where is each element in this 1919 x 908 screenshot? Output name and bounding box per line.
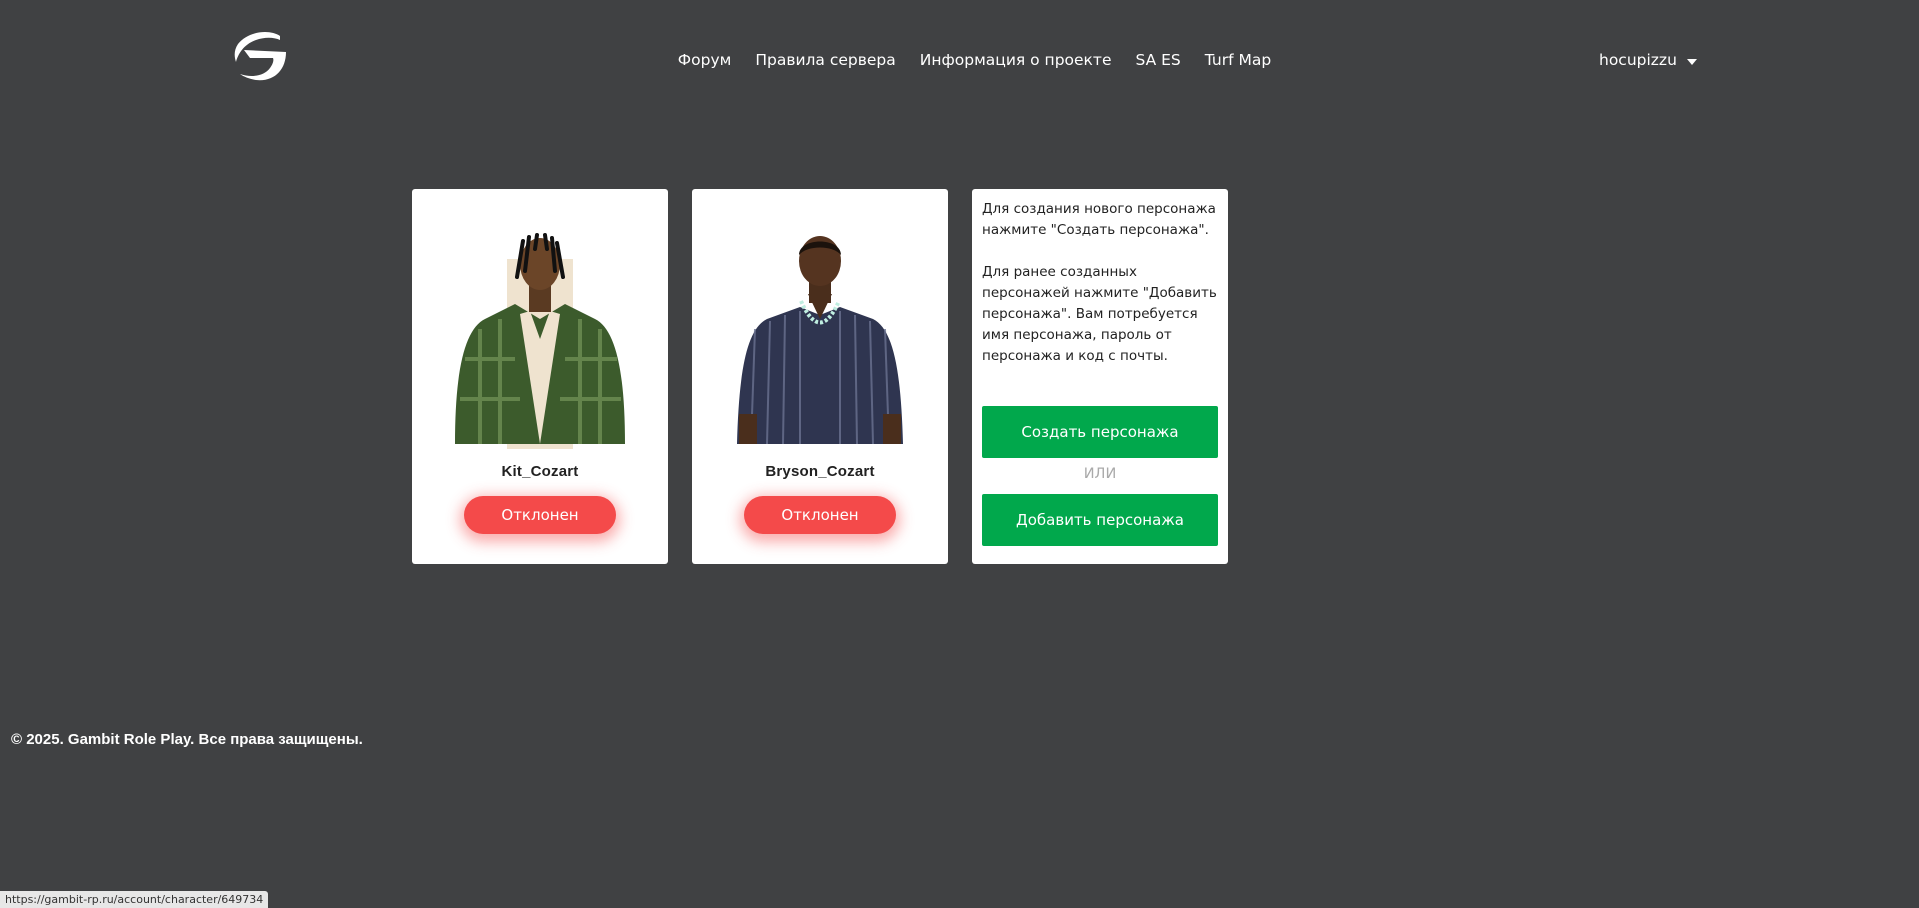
nav-links: Форум Правила сервера Информация о проек… (678, 50, 1271, 70)
page: Форум Правила сервера Информация о проек… (0, 0, 1919, 908)
info-text: Для создания нового персонажа нажмите "С… (982, 199, 1218, 367)
character-name: Bryson_Cozart (765, 463, 875, 480)
user-menu[interactable]: hocupizzu (1599, 50, 1697, 70)
character-avatar (455, 233, 625, 449)
create-character-button[interactable]: Создать персонажа (982, 406, 1218, 458)
character-avatar (737, 236, 903, 445)
nav-project-info[interactable]: Информация о проекте (920, 50, 1112, 70)
footer-copyright: © 2025. Gambit Role Play. Все права защи… (11, 731, 363, 748)
chevron-down-icon (1686, 59, 1697, 65)
character-card[interactable]: Bryson_Cozart Отклонен (692, 189, 948, 564)
username: hocupizzu (1599, 51, 1677, 69)
nav-server-rules[interactable]: Правила сервера (755, 50, 895, 70)
add-character-card: Для создания нового персонажа нажмите "С… (972, 189, 1228, 564)
status-rejected-button[interactable]: Отклонен (464, 496, 616, 534)
link-preview-statusbar: https://gambit-rp.ru/account/character/6… (0, 891, 269, 908)
status-rejected-button[interactable]: Отклонен (744, 496, 896, 534)
character-cards: Kit_Cozart Отклонен Bryson_Cozart Отклон… (412, 189, 1228, 564)
character-card[interactable]: Kit_Cozart Отклонен (412, 189, 668, 564)
nav-turf-map[interactable]: Turf Map (1205, 50, 1271, 70)
character-name: Kit_Cozart (501, 463, 579, 480)
nav-forum[interactable]: Форум (678, 50, 732, 70)
add-character-button[interactable]: Добавить персонажа (982, 494, 1218, 546)
info-paragraph: Для ранее созданных персонажей нажмите "… (982, 264, 1217, 364)
info-paragraph: Для создания нового персонажа нажмите "С… (982, 201, 1216, 238)
or-divider: ИЛИ (1083, 466, 1117, 482)
nav-sa-es[interactable]: SA ES (1135, 50, 1180, 70)
